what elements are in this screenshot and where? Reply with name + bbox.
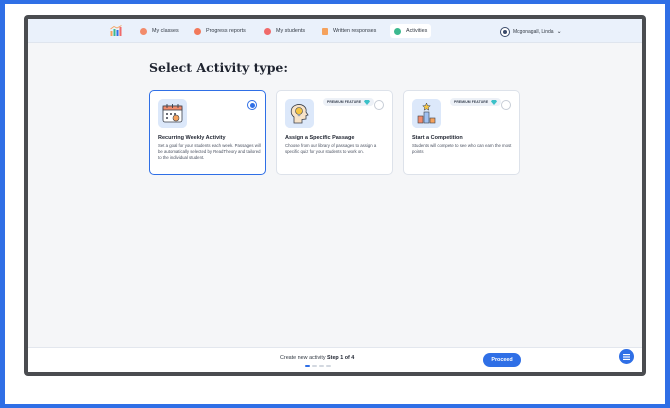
- user-menu[interactable]: Mcgonagall, Linda ⌄: [500, 26, 562, 37]
- card-description: Set a goal for your students each week. …: [158, 143, 261, 161]
- nav-my-classes[interactable]: My classes: [136, 24, 183, 38]
- nav-progress-reports[interactable]: Progress reports: [190, 24, 250, 38]
- page-title: Select Activity type:: [149, 60, 288, 75]
- select-radio[interactable]: [501, 100, 511, 110]
- top-navbar: My classes Progress reports My students …: [28, 19, 642, 43]
- step-label: Step 1 of 4: [327, 355, 355, 361]
- written-icon: [322, 27, 328, 35]
- step-progress: [305, 365, 331, 367]
- premium-label: PREMIUM FEATURE: [454, 100, 489, 104]
- lightbulb-head-icon: [285, 99, 314, 128]
- students-icon: [264, 27, 271, 35]
- calendar-icon: [158, 99, 187, 128]
- step-dot: [305, 365, 310, 367]
- nav-written-responses[interactable]: Written responses: [318, 24, 380, 38]
- step-dot: [319, 365, 324, 367]
- nav-label: Progress reports: [206, 28, 246, 34]
- step-dot: [312, 365, 317, 367]
- help-chat-button[interactable]: [619, 349, 634, 364]
- card-title: Recurring Weekly Activity: [158, 135, 226, 141]
- card-title: Assign a Specific Passage: [285, 135, 355, 141]
- step-dot: [326, 365, 331, 367]
- step-indicator: Create new activity Step 1 of 4: [280, 355, 354, 361]
- premium-badge: PREMIUM FEATURE: [323, 98, 375, 106]
- activities-icon: [394, 27, 401, 35]
- app-screen: My classes Progress reports My students …: [28, 19, 642, 372]
- nav-label: Written responses: [333, 28, 377, 34]
- chevron-down-icon: ⌄: [556, 29, 562, 35]
- podium-trophy-icon: [412, 99, 441, 128]
- activity-card-specific-passage[interactable]: PREMIUM FEATURE Assign a Specific Passag…: [276, 90, 393, 175]
- nav-label: My students: [276, 28, 306, 34]
- diamond-icon: [364, 99, 371, 105]
- menu-lines-icon: [623, 353, 630, 360]
- progress-icon: [194, 27, 201, 35]
- card-description: Choose from our library of passages to a…: [285, 143, 377, 155]
- premium-label: PREMIUM FEATURE: [327, 100, 362, 104]
- diamond-icon: [491, 99, 498, 105]
- select-radio[interactable]: [247, 100, 257, 110]
- activity-card-recurring[interactable]: Recurring Weekly Activity Set a goal for…: [149, 90, 266, 175]
- premium-badge: PREMIUM FEATURE: [450, 98, 502, 106]
- select-radio[interactable]: [374, 100, 384, 110]
- nav-my-students[interactable]: My students: [260, 24, 309, 38]
- readtheory-logo-icon[interactable]: [110, 25, 122, 36]
- user-name: Mcgonagall, Linda: [513, 28, 554, 35]
- proceed-button[interactable]: Proceed: [483, 353, 521, 367]
- classes-icon: [140, 27, 147, 35]
- card-description: Students will compete to see who can ear…: [412, 143, 512, 155]
- activity-card-competition[interactable]: PREMIUM FEATURE Start a Competition Stud…: [403, 90, 520, 175]
- step-prefix: Create new activity: [280, 355, 326, 361]
- card-title: Start a Competition: [412, 135, 463, 141]
- nav-label: My classes: [152, 28, 179, 34]
- avatar: [500, 26, 510, 37]
- nav-activities[interactable]: Activities: [390, 24, 432, 38]
- nav-label: Activities: [406, 28, 428, 34]
- wizard-footer: Create new activity Step 1 of 4 Proceed: [28, 347, 642, 372]
